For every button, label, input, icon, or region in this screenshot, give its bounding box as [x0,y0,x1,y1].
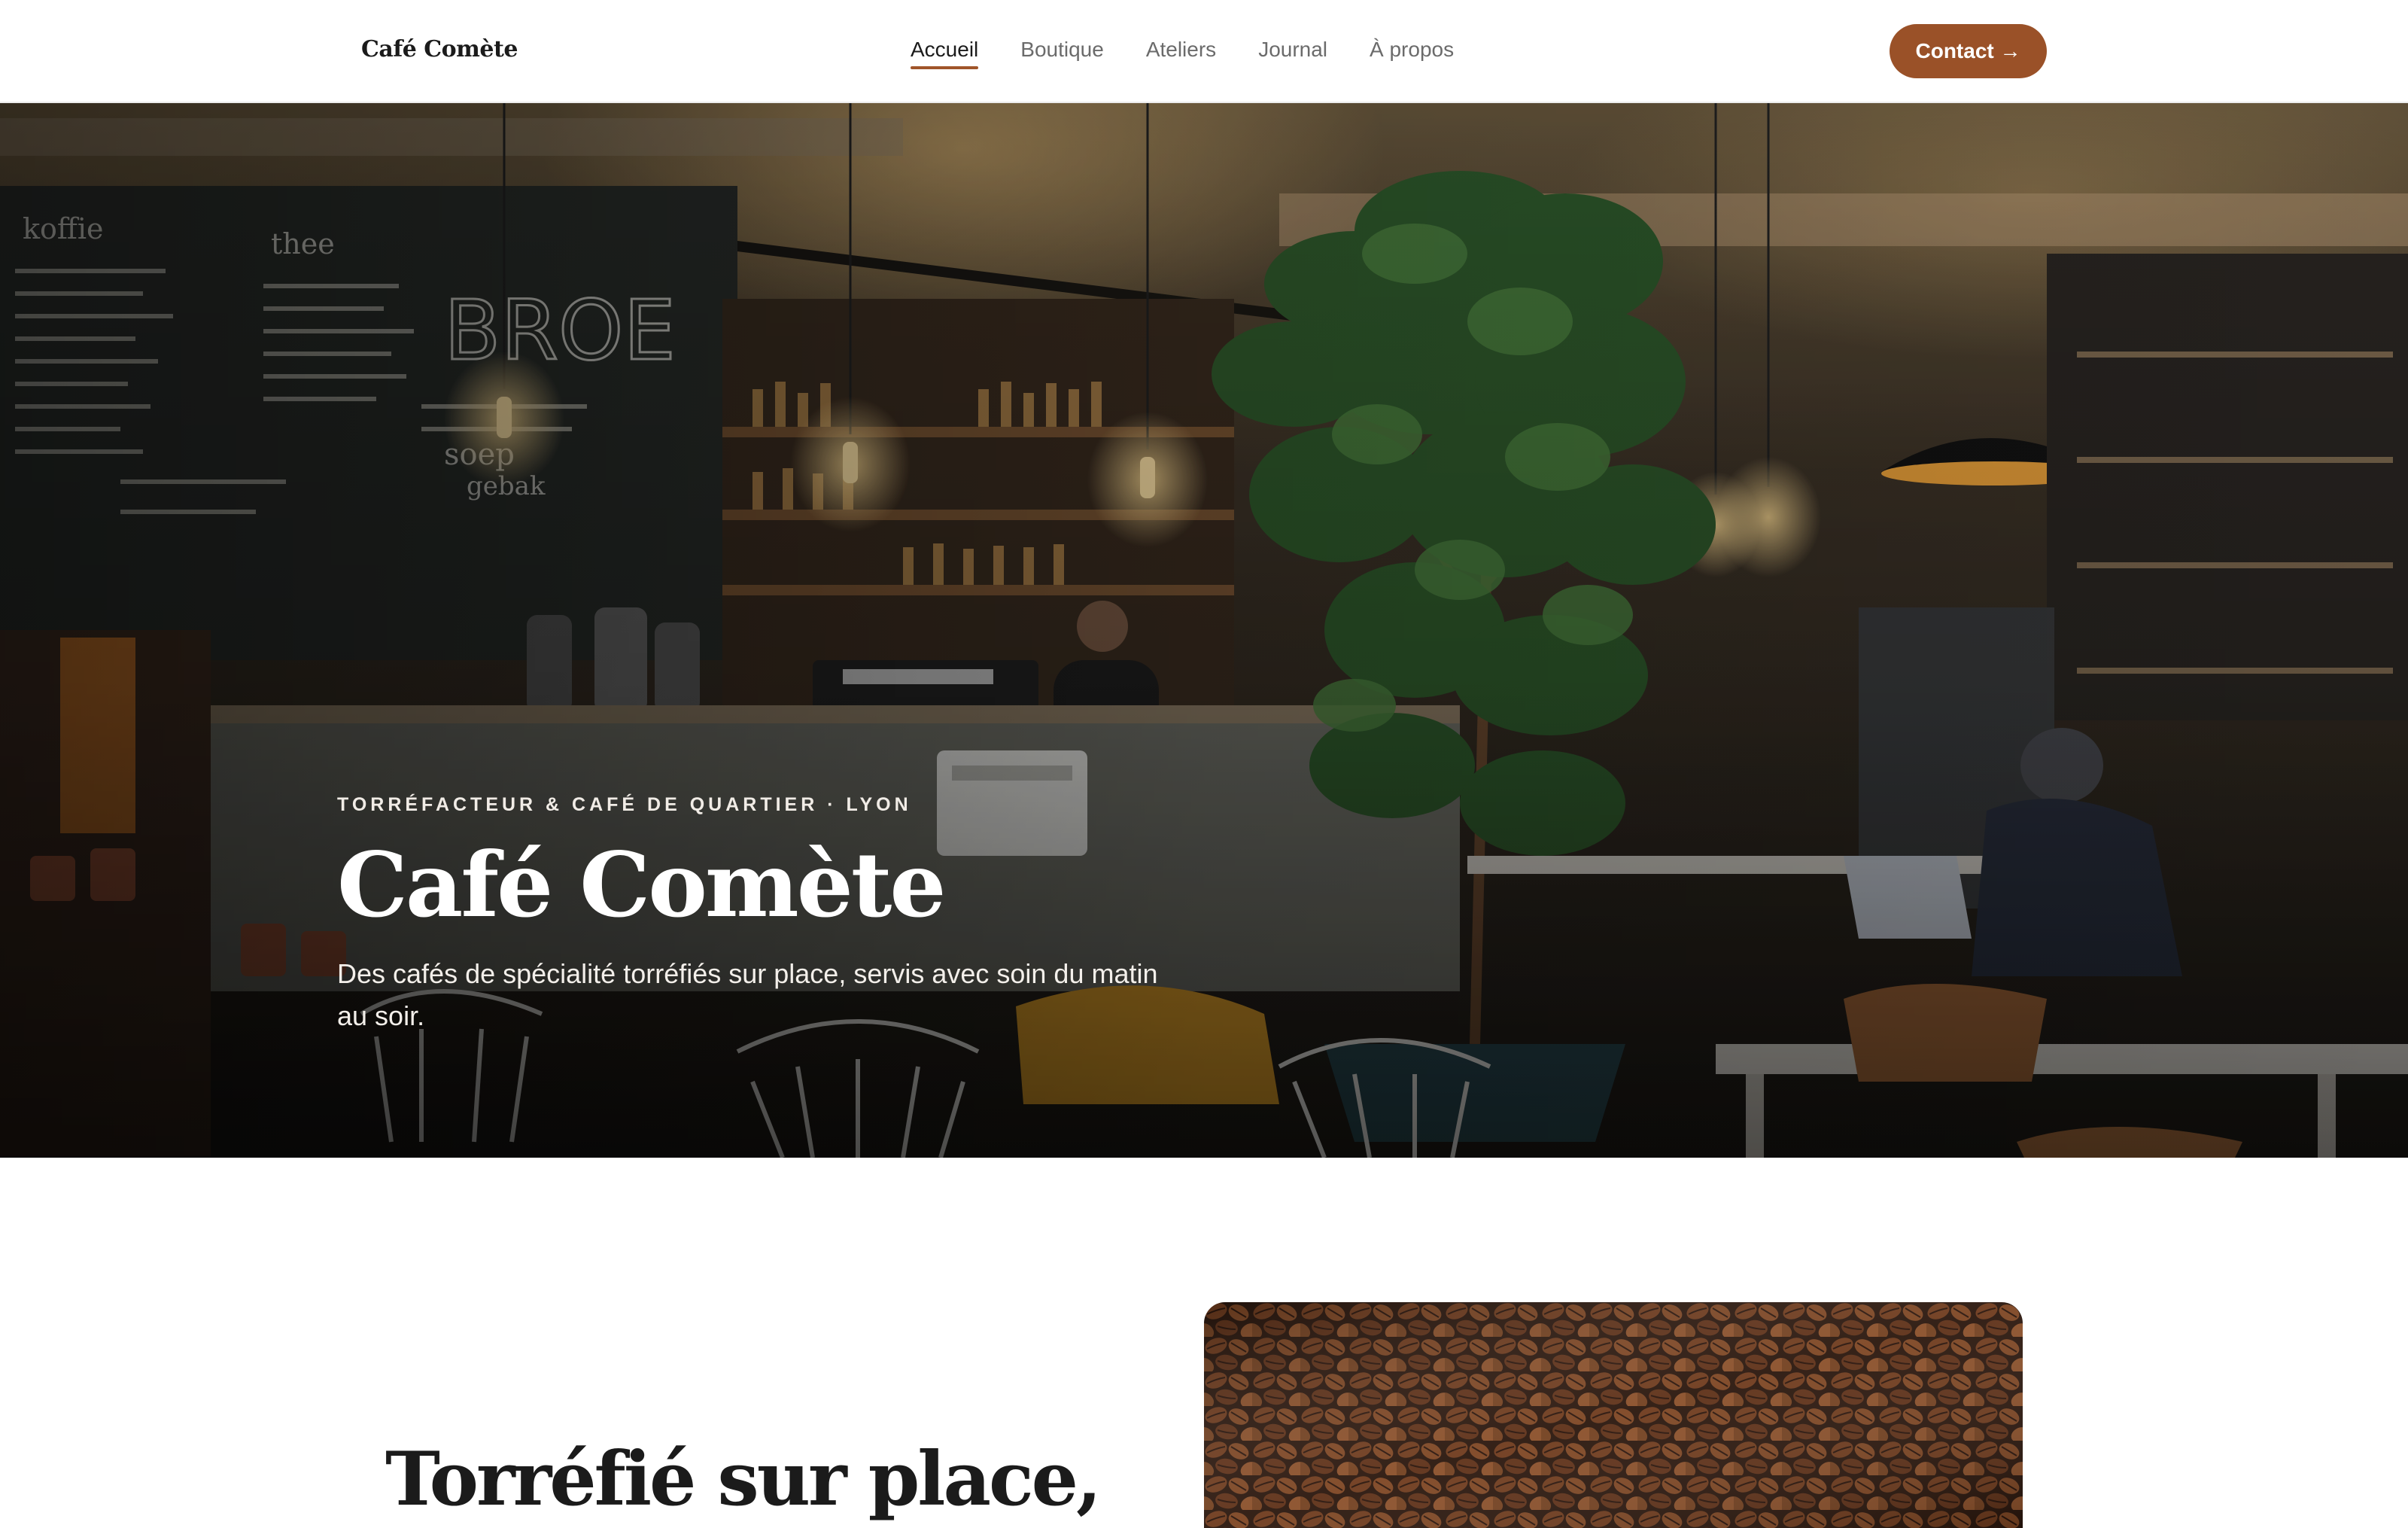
site-header: Café Comète Accueil Boutique Ateliers Jo… [0,0,2408,103]
nav-item-journal[interactable]: Journal [1258,38,1327,69]
intro-heading: Torréfié sur place, [385,1436,1102,1523]
hero-eyebrow: TORRÉFACTEUR & CAFÉ DE QUARTIER · LYON [337,794,912,815]
nav-item-boutique[interactable]: Boutique [1020,38,1104,69]
main-nav: Accueil Boutique Ateliers Journal À prop… [911,38,1454,69]
nav-item-accueil[interactable]: Accueil [911,38,979,69]
nav-item-ateliers[interactable]: Ateliers [1146,38,1216,69]
hero-text: TORRÉFACTEUR & CAFÉ DE QUARTIER · LYON C… [337,794,1270,1036]
coffee-beans-photo [1204,1302,2023,1528]
brand-logo[interactable]: Café Comète [361,36,518,62]
nav-item-a-propos[interactable]: À propos [1370,38,1454,69]
hero-subtitle: Des cafés de spécialité torréfiés sur pl… [337,957,1158,1031]
intro-section: Torréfié sur place, [0,1158,2408,1528]
hero-section: koffie thee soep gebak BROE [0,103,2408,1158]
hero-title: Café Comète [337,832,946,937]
contact-button[interactable]: Contact → [1890,24,2047,78]
